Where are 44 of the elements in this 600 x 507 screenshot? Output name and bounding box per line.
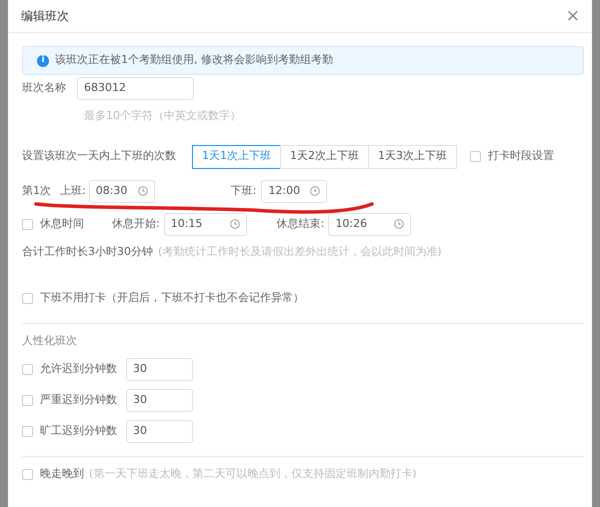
checkbox-label: 严重迟到分钟数 [40, 392, 118, 408]
clock-icon [138, 186, 148, 196]
name-field[interactable]: 683012 [77, 77, 194, 100]
segment-tab[interactable]: 1天2次上下班 [280, 144, 369, 168]
dialog-title: 编辑班次 [21, 8, 69, 25]
time-field[interactable]: 08:30 [88, 180, 155, 202]
checkbox[interactable] [470, 151, 481, 162]
field-label: 休息开始: [112, 216, 160, 232]
field-label: 第1次 [22, 182, 51, 199]
close-button[interactable]: × [566, 8, 580, 24]
checkbox[interactable] [22, 426, 33, 437]
checkbox[interactable] [22, 395, 33, 406]
alert-message: 该班次正在被1个考勤组使用, 修改将会影响到考勤组考勤 [55, 52, 333, 68]
checkbox-label: 旷工迟到分钟数 [40, 423, 118, 440]
checkbox[interactable] [22, 468, 33, 480]
hint-text: 最多10个字符（中英文或数字） [84, 108, 242, 124]
checkbox[interactable] [22, 218, 33, 230]
checkbox-label: 允许迟到分钟数 [40, 361, 118, 378]
info-icon: i [37, 54, 49, 66]
field-label: 下班: [230, 182, 256, 199]
number-field[interactable]: 30 [126, 389, 193, 412]
hint-text: (第一天下班走太晚，第二天可以晚点到，仅支持固定班制内勤打卡) [89, 466, 417, 482]
total-text: 合计工作时长3小时30分钟 [22, 244, 153, 260]
segment-tab[interactable]: 1天3次上下班 [368, 144, 457, 168]
number-field[interactable]: 30 [126, 358, 193, 381]
checkbox[interactable] [22, 364, 33, 375]
checkbox-label: 打卡时段设置 [488, 148, 554, 164]
number-field[interactable]: 30 [126, 420, 193, 443]
checkbox-label: 晚走晚到 [40, 466, 84, 482]
field-label: 休息结束: [276, 216, 324, 232]
section-title: 人性化班次 [22, 332, 78, 348]
time-field[interactable]: 12:00 [261, 180, 328, 202]
time-field[interactable]: 10:15 [164, 212, 247, 236]
checkbox-label: 休息时间 [40, 216, 84, 232]
field-label: 设置该班次一天内上下班的次数 [22, 148, 176, 164]
checkbox[interactable] [22, 292, 33, 304]
clock-icon [230, 219, 240, 229]
clock-icon [310, 186, 320, 196]
hint-text: (考勤统计工作时长及请假出差外出统计，会以此时间为准) [158, 244, 442, 260]
clock-icon [394, 219, 404, 229]
checkbox-label: 下班不用打卡（开启后，下班不打卡也不会记作异常） [40, 290, 304, 306]
time-field[interactable]: 10:26 [328, 212, 412, 236]
field-label: 班次名称 [22, 80, 66, 96]
field-label: 上班: [60, 182, 86, 199]
